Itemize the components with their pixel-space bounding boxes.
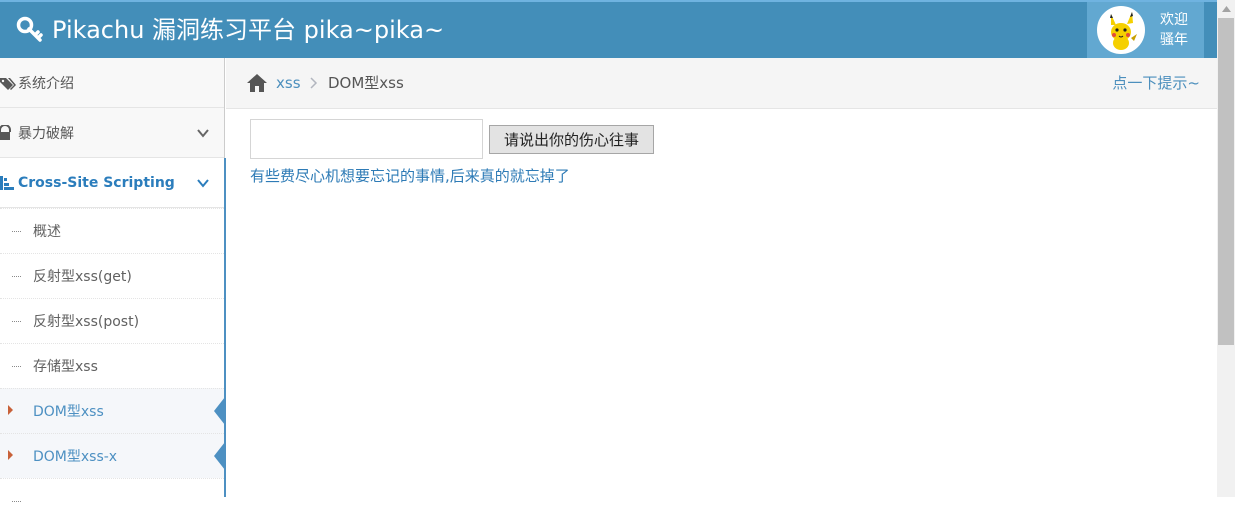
scroll-up-icon: [1221, 5, 1231, 12]
submenu-item-dom-x[interactable]: DOM型xss-x: [0, 433, 225, 478]
avatar: [1097, 6, 1145, 54]
scroll-up-button[interactable]: [1217, 0, 1235, 17]
chevron-down-icon: [197, 129, 209, 138]
submenu-item-reflected-post[interactable]: 反射型xss(post): [0, 298, 224, 343]
tree-branch: [12, 276, 21, 277]
sidebar-item-label: Cross-Site Scripting: [18, 174, 175, 191]
result-link[interactable]: 有些费尽心机想要忘记的事情,后来真的就忘掉了: [250, 165, 570, 186]
sidebar-item-label: 暴力破解: [18, 125, 74, 142]
submenu-item-reflected-get[interactable]: 反射型xss(get): [0, 253, 224, 298]
brand[interactable]: Pikachu 漏洞练习平台 pika~pika~: [16, 2, 444, 58]
sidebar-item-xss[interactable]: Cross-Site Scripting: [0, 158, 224, 208]
submenu-item-next[interactable]: [0, 478, 224, 523]
page-scrollbar[interactable]: [1217, 0, 1235, 497]
chevron-down-icon: [197, 179, 209, 188]
breadcrumb-parent[interactable]: xss: [276, 58, 301, 108]
submenu-item-dom[interactable]: DOM型xss: [0, 388, 225, 433]
submenu-label: 反射型xss(post): [33, 314, 140, 330]
submenu-label: 存储型xss: [33, 359, 98, 375]
tree-branch: [12, 501, 21, 502]
user-greeting: 欢迎: [1160, 12, 1188, 28]
home-icon[interactable]: [246, 73, 268, 93]
submit-button[interactable]: 请说出你的伤心往事: [489, 125, 654, 154]
sidebar-item-label: 系统介绍: [18, 75, 74, 92]
sidebar: 系统介绍 暴力破解 Cross-Site Scripting 概述 反射型xss…: [0, 58, 225, 523]
brand-title: Pikachu 漏洞练习平台 pika~pika~: [52, 16, 445, 44]
user-menu[interactable]: 欢迎 骚年: [1087, 2, 1204, 58]
submenu-item-overview[interactable]: 概述: [0, 208, 224, 253]
sidebar-active-rule: [224, 158, 226, 497]
submenu-label: DOM型xss-x: [33, 449, 118, 465]
navbar: Pikachu 漏洞练习平台 pika~pika~ 欢迎 骚年: [0, 2, 1217, 58]
text-input[interactable]: [250, 119, 483, 159]
tags-icon: [0, 77, 16, 90]
submenu-label: 概述: [33, 224, 61, 240]
submenu-label: DOM型xss: [33, 404, 104, 420]
lock-icon: [0, 124, 11, 140]
user-name: 骚年: [1160, 32, 1188, 48]
submenu-label: 反射型xss(get): [33, 269, 132, 285]
breadcrumb: xss DOM型xss 点一下提示~: [226, 58, 1217, 109]
sidebar-item-bruteforce[interactable]: 暴力破解: [0, 108, 224, 158]
tree-branch: [12, 366, 21, 367]
scroll-thumb[interactable]: [1218, 18, 1234, 345]
key-icon: [16, 16, 43, 42]
hint-link[interactable]: 点一下提示~: [1112, 58, 1200, 108]
tree-branch: [12, 231, 21, 232]
chevron-right-icon: [310, 77, 318, 89]
pikachu-avatar-icon: [1110, 12, 1137, 50]
breadcrumb-current: DOM型xss: [328, 74, 404, 92]
active-caret-icon: [8, 450, 13, 460]
submenu-item-stored[interactable]: 存储型xss: [0, 343, 224, 388]
active-caret-icon: [8, 405, 13, 415]
sidebar-item-intro[interactable]: 系统介绍: [0, 58, 224, 108]
tree-branch: [12, 321, 21, 322]
list-icon: [0, 175, 14, 190]
